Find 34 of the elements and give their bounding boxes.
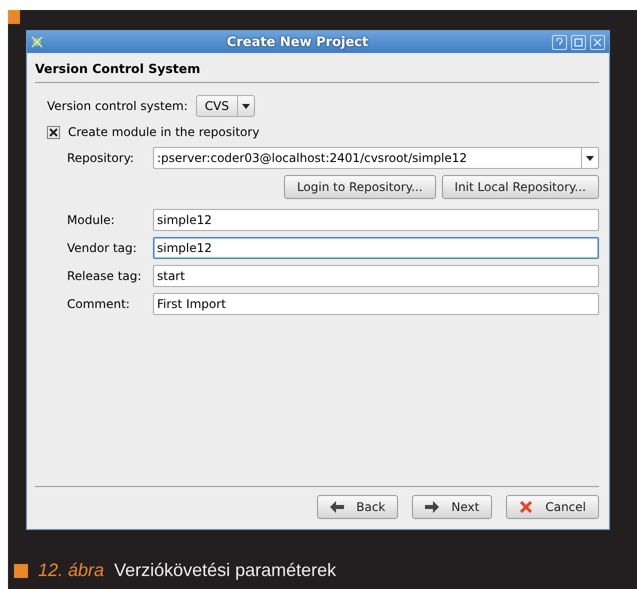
field-label: Comment: xyxy=(67,297,131,311)
text-field[interactable]: simple12 xyxy=(153,209,599,231)
close-icon xyxy=(519,500,534,514)
field-label: Repository: xyxy=(67,151,135,165)
repository-button[interactable]: Init Local Repository... xyxy=(442,175,599,199)
section-title: Version Control System xyxy=(35,61,599,83)
window-title: Create New Project xyxy=(226,34,370,50)
close-icon[interactable] xyxy=(590,34,605,50)
field-label: Release tag: xyxy=(67,269,142,283)
text-field[interactable]: simple12 xyxy=(153,237,599,259)
figure-number: 12. ábra xyxy=(38,560,104,581)
left-arrow-icon xyxy=(330,501,344,513)
field-label: Module: xyxy=(67,213,116,227)
maximize-icon[interactable] xyxy=(571,34,586,50)
repository-button[interactable]: Login to Repository... xyxy=(284,175,436,199)
cancel-button[interactable]: Cancel xyxy=(506,495,599,519)
text-field[interactable]: start xyxy=(153,265,599,287)
corner-mark xyxy=(8,10,20,24)
figure-caption: Verziókövetési paraméterek xyxy=(114,560,336,581)
back-button[interactable]: Back xyxy=(317,495,398,519)
dropdown-arrow-icon xyxy=(586,156,594,160)
vcs-dropdown[interactable]: CVS xyxy=(196,95,255,117)
repository-combo[interactable]: :pserver:coder03@localhost:2401/cvsroot/simple12 xyxy=(153,147,599,169)
dropdown-arrow-icon xyxy=(242,104,250,108)
app-icon xyxy=(31,36,43,48)
next-button[interactable]: Next xyxy=(412,495,492,519)
checkbox[interactable] xyxy=(47,126,60,138)
text-field[interactable]: First Import xyxy=(153,293,599,315)
field-label: Vendor tag: xyxy=(67,241,138,255)
caption-mark xyxy=(14,564,28,578)
right-arrow-icon xyxy=(425,501,440,513)
help-icon[interactable] xyxy=(552,34,567,50)
field-label: Version control system: xyxy=(47,99,188,113)
checkbox-label: Create module in the repository xyxy=(68,125,260,139)
